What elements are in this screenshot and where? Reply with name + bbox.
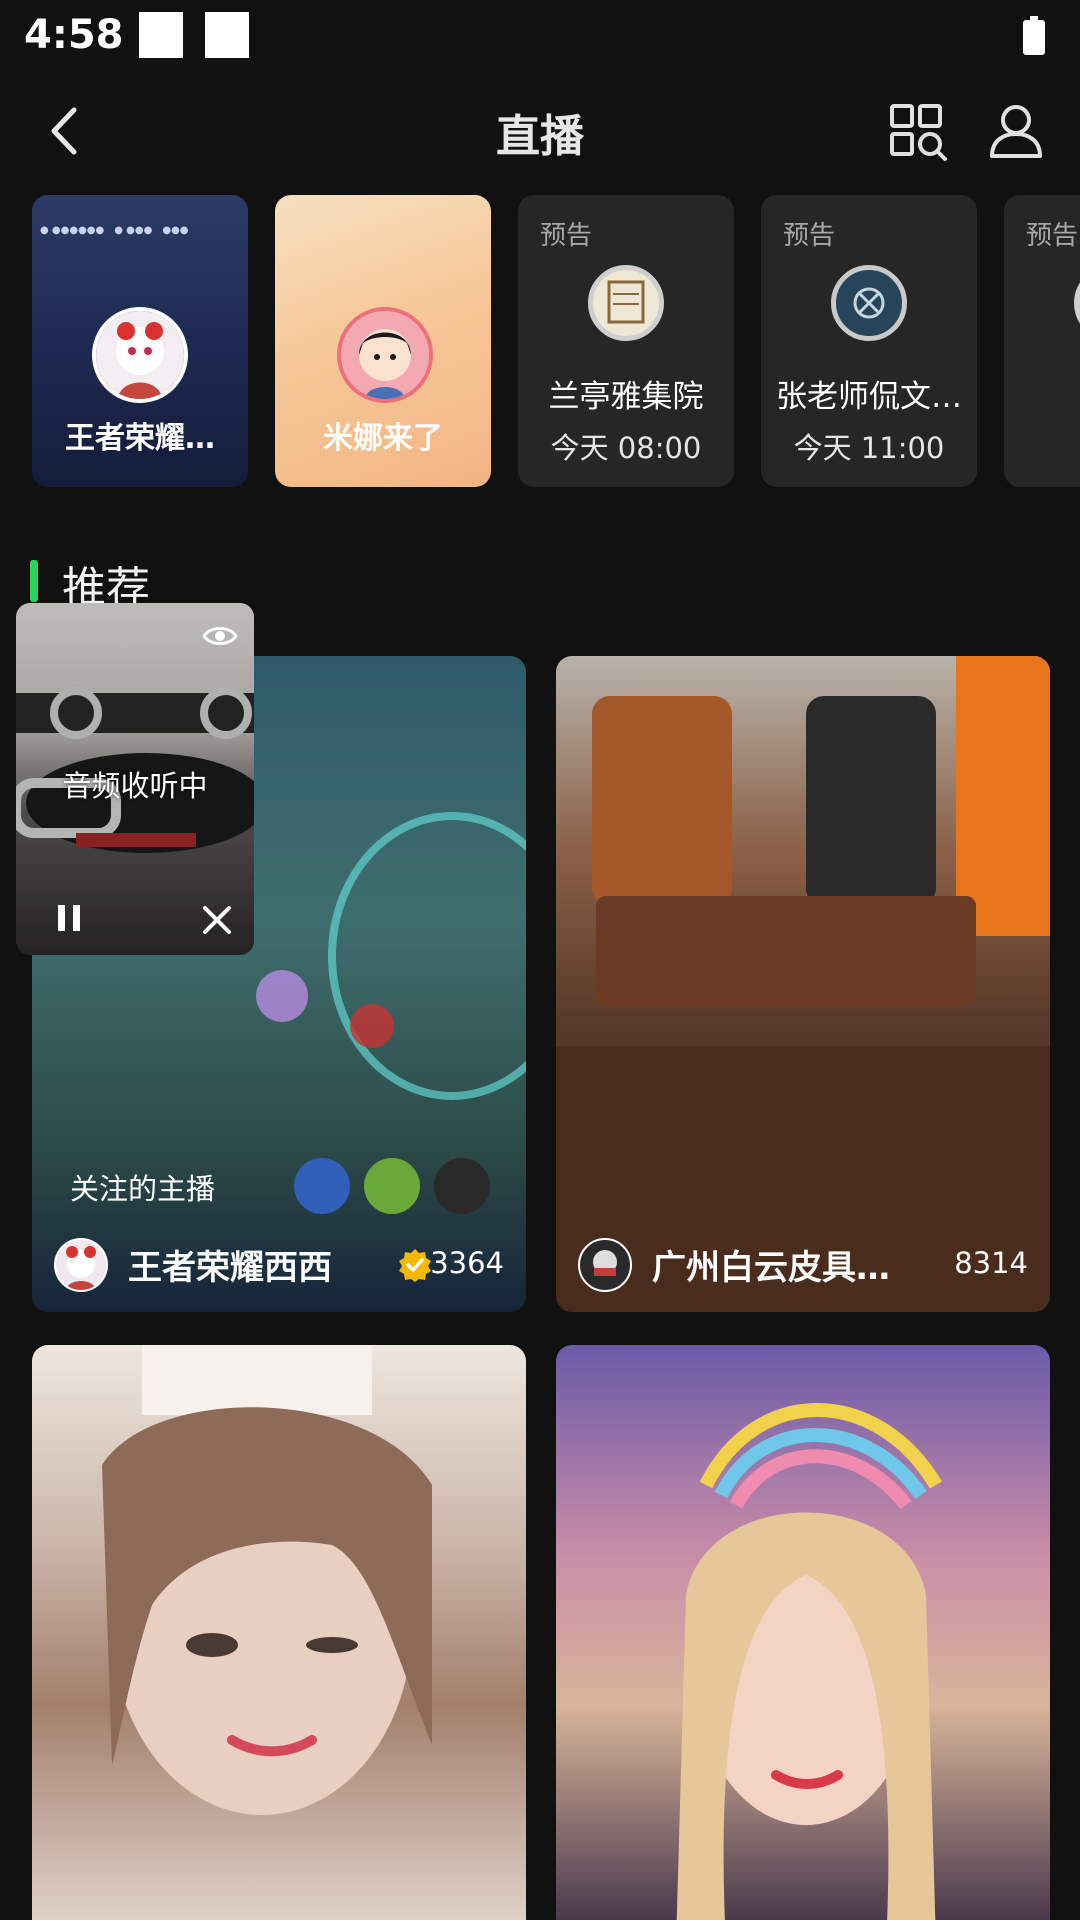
stream-thumbnail xyxy=(556,656,1050,1312)
status-time: 4:58 xyxy=(24,12,124,58)
preview-time: 今天 11:00 xyxy=(793,431,945,465)
streamer-name: 王者荣耀西西 xyxy=(128,1248,332,1288)
pause-icon[interactable] xyxy=(56,903,82,933)
stream-thumbnail xyxy=(676,1403,942,1920)
notification-icon xyxy=(139,12,183,58)
section-accent-bar xyxy=(30,560,38,602)
status-bar: 4:58 xyxy=(0,0,1080,75)
card-footer: 广州白云皮具… 8314 xyxy=(556,1220,1050,1312)
viewer-count: 8314 xyxy=(954,1246,1028,1280)
preview-name: 歌 xyxy=(1004,371,1080,416)
preview-tag: 预告 xyxy=(540,221,593,251)
stream-thumbnail xyxy=(102,1345,432,1815)
player-status-label: 音频收听中 xyxy=(62,769,208,803)
avatar xyxy=(578,1238,632,1292)
preview-card[interactable]: 预告 张老师侃文… 今天 11:00 xyxy=(761,195,977,487)
live-stream-card[interactable]: 广州白云皮具… 8314 xyxy=(556,656,1050,1312)
verified-icon xyxy=(399,1249,431,1282)
channel-logo xyxy=(588,265,664,341)
streamer-name: 广州白云皮具… xyxy=(652,1248,890,1288)
preview-tag: 预告 xyxy=(783,221,836,251)
battery-icon xyxy=(1023,16,1045,55)
live-card[interactable]: 米娜来了 xyxy=(275,195,491,487)
viewer-count: 3364 xyxy=(430,1246,504,1280)
avatar xyxy=(337,307,433,403)
avatar xyxy=(54,1238,108,1292)
live-card[interactable]: ● ●●●●●● ● ●●● ●●● 王者荣耀… xyxy=(32,195,248,487)
header: 直播 xyxy=(0,90,1080,170)
preview-card[interactable]: 预告 歌 今天 xyxy=(1004,195,1080,487)
preview-time: 今天 08:00 xyxy=(550,431,702,465)
live-preview-row: ● ●●●●●● ● ●●● ●●● 王者荣耀… 米娜来了 预告 兰亭雅集院 今… xyxy=(0,195,1080,487)
preview-card[interactable]: 预告 兰亭雅集院 今天 08:00 xyxy=(518,195,734,487)
card-footer: 王者荣耀西西 3364 xyxy=(32,1220,526,1312)
mini-audio-player[interactable]: 音频收听中 xyxy=(16,603,254,955)
user-icon[interactable] xyxy=(988,102,1044,162)
live-stream-card[interactable] xyxy=(32,1345,526,1920)
scan-grid-icon[interactable] xyxy=(888,102,948,162)
follow-label: 关注的主播 xyxy=(70,1172,216,1206)
close-icon[interactable] xyxy=(202,905,232,935)
card-stats: ● ●●●●●● ● ●●● ●●● xyxy=(40,225,189,236)
preview-name: 兰亭雅集院 xyxy=(548,379,704,415)
live-stream-card[interactable] xyxy=(556,1345,1050,1920)
notification-icon xyxy=(205,12,249,58)
card-name: 王者荣耀… xyxy=(65,421,215,456)
channel-logo xyxy=(831,265,907,341)
avatar xyxy=(92,307,188,403)
preview-time: 今天 xyxy=(1004,425,1080,467)
preview-name: 张老师侃文… xyxy=(776,379,962,415)
card-name: 米娜来了 xyxy=(323,421,443,456)
channel-logo xyxy=(1074,265,1080,341)
preview-tag: 预告 xyxy=(1026,221,1079,251)
eye-icon xyxy=(202,627,238,645)
